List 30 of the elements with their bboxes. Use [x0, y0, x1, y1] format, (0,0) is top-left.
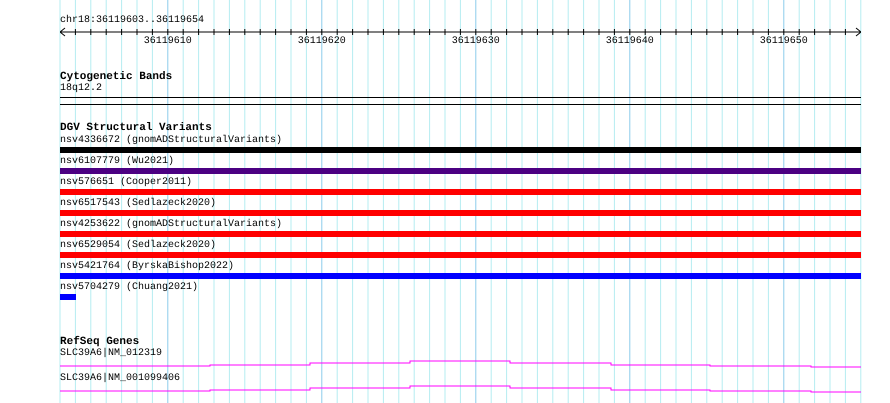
variant-label: nsv6517543 (Sedlazeck2020) [60, 197, 216, 210]
gene-line[interactable] [60, 360, 861, 368]
variant-label: nsv576651 (Cooper2011) [60, 176, 192, 189]
variant-label: nsv6529054 (Sedlazeck2020) [60, 239, 216, 252]
ruler-label: 36119650 [760, 37, 808, 47]
variant-bar[interactable] [60, 231, 861, 237]
variant-bar[interactable] [60, 147, 861, 153]
variant-bar[interactable] [60, 294, 76, 300]
variant-bar[interactable] [60, 168, 861, 174]
gene-label: SLC39A6|NM_012319 [60, 348, 162, 360]
track-title: DGV Structural Variants [60, 122, 212, 134]
ruler-label: 36119610 [144, 37, 192, 47]
chromosome-range: chr18:36119603..36119654 [60, 15, 204, 27]
variant-label: nsv5421764 (ByrskaBishop2022) [60, 260, 234, 273]
variant-label: nsv4336672 (gnomADStructuralVariants) [60, 134, 282, 147]
variant-label: nsv5704279 (Chuang2021) [60, 281, 198, 294]
track-title: Cytogenetic Bands [60, 71, 172, 83]
variant-bar[interactable] [60, 210, 861, 216]
variant-label: nsv4253622 (gnomADStructuralVariants) [60, 218, 282, 231]
gene-line[interactable] [60, 386, 861, 392]
variant-bar[interactable] [60, 252, 861, 258]
track-title: RefSeq Genes [60, 336, 140, 348]
ruler-label: 36119640 [606, 37, 654, 47]
ruler-label: 36119620 [298, 37, 346, 47]
variant-bar[interactable] [60, 273, 861, 279]
ruler-label: 36119630 [452, 37, 500, 47]
band-label: 18q12.2 [60, 83, 102, 95]
gene-label: SLC39A6|NM_001099406 [60, 373, 180, 385]
variant-bar[interactable] [60, 189, 861, 195]
variant-label: nsv6107779 (Wu2021) [60, 155, 174, 168]
